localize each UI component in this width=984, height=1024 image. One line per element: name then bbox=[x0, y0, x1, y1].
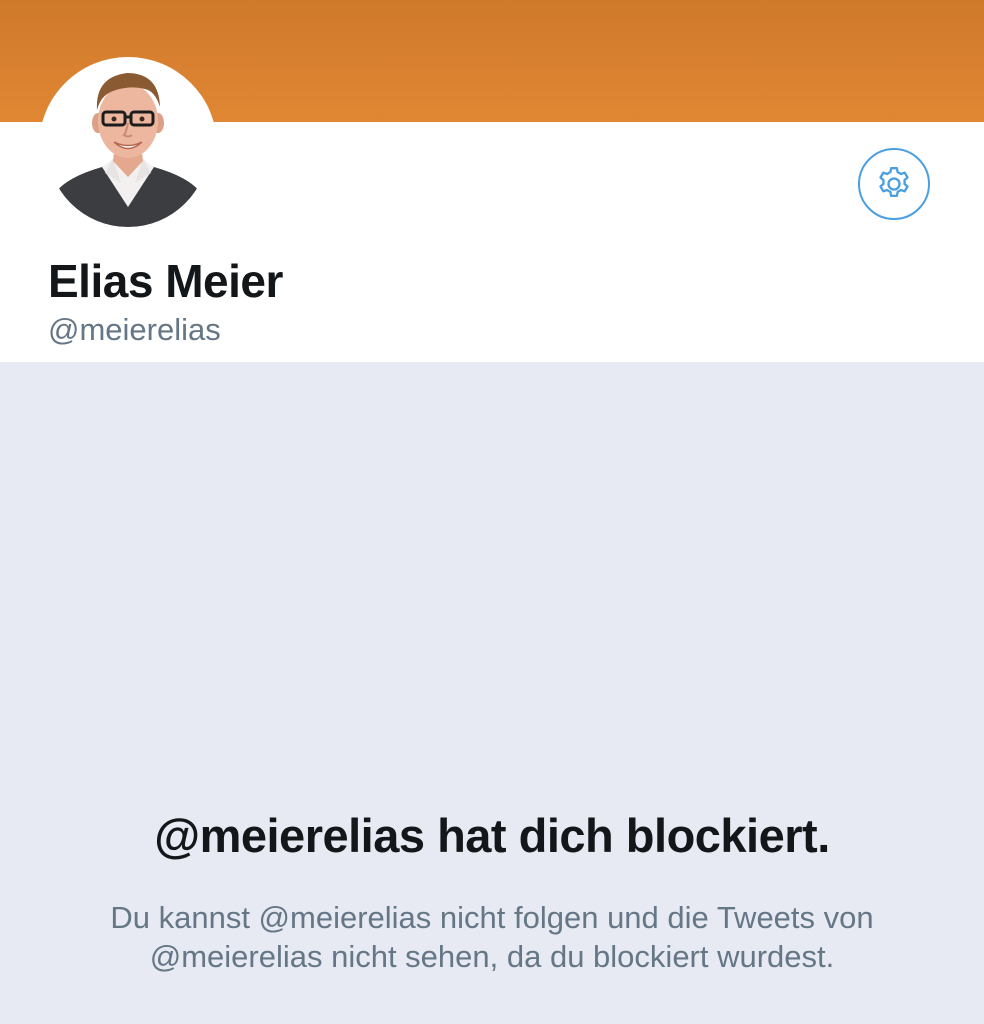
gear-icon bbox=[879, 167, 909, 197]
profile-photo bbox=[47, 65, 209, 227]
profile-page: Elias Meier @meierelias @meierelias hat … bbox=[0, 0, 984, 1024]
profile-handle: @meierelias bbox=[48, 312, 221, 347]
settings-button[interactable] bbox=[858, 148, 930, 220]
blocked-title: @meierelias hat dich blockiert. bbox=[154, 809, 830, 862]
avatar[interactable] bbox=[47, 65, 209, 227]
blocked-message: Du kannst @meierelias nicht folgen und d… bbox=[110, 900, 874, 974]
display-name: Elias Meier bbox=[48, 255, 283, 307]
